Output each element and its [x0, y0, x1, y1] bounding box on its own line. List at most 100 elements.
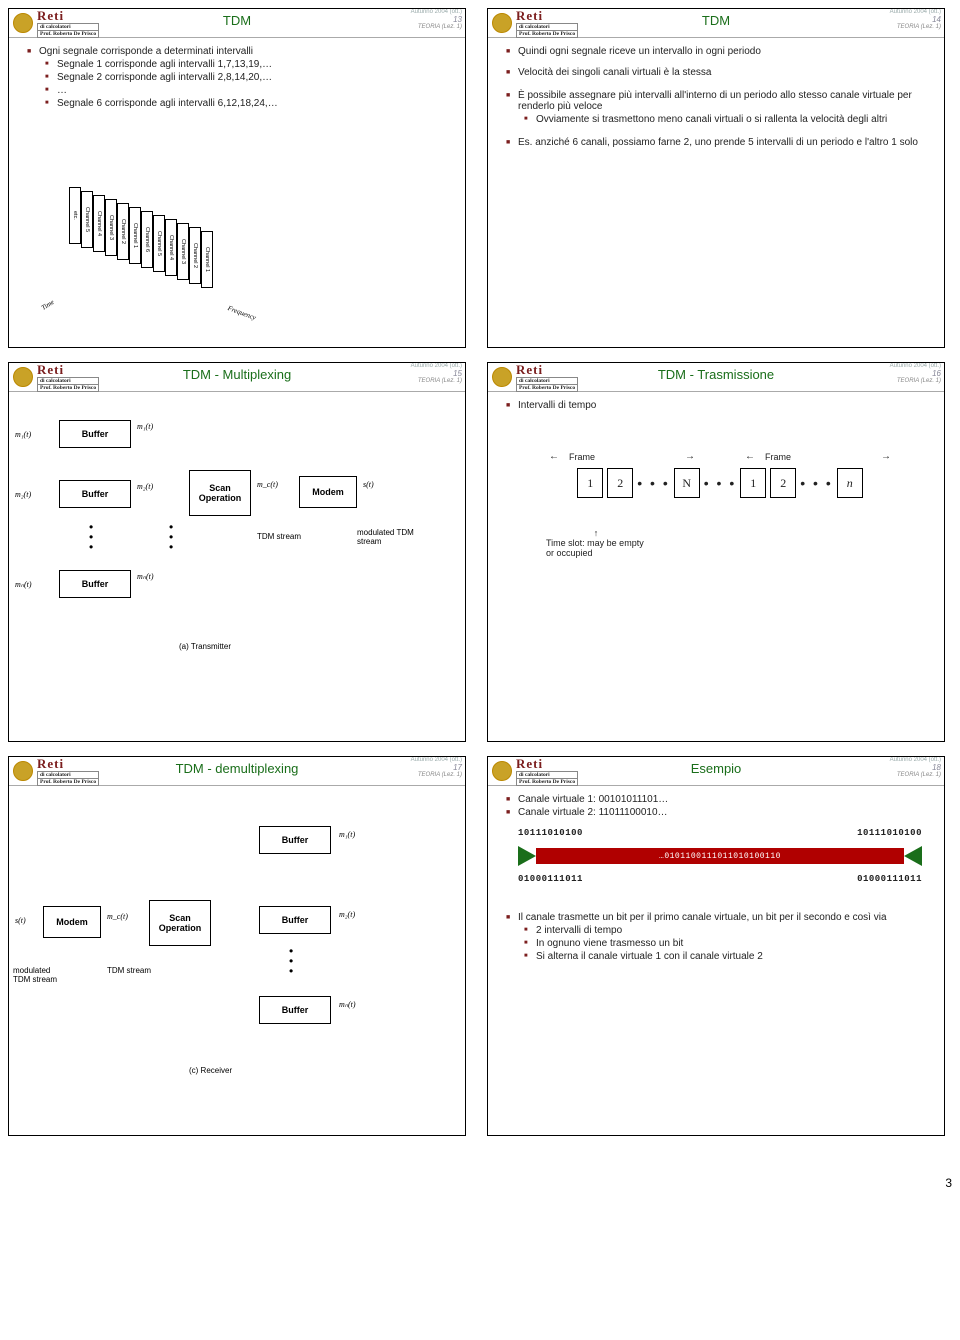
signal-mc: m_c(t) [257, 480, 278, 489]
slide-title: TDM - demultiplexing [176, 761, 299, 776]
brand-sub2: Prof. Roberto De Prisco [516, 778, 578, 786]
box-label: Buffer [82, 489, 109, 499]
wire-diagram: 10111010100 10111010100 …010110011101101… [518, 828, 922, 882]
tdm-stream-label: TDM stream [257, 532, 301, 541]
slide-title: TDM - Multiplexing [183, 367, 291, 382]
signal-mn: mₙ(t) [137, 572, 154, 581]
rx-diagram: s(t) Modem m_c(t) Scan Operation Buffer … [9, 786, 465, 1126]
bullet: È possibile assegnare più intervalli all… [506, 90, 934, 125]
slide-footer: TEORIA (Lez. 1) [411, 378, 462, 385]
bullet-text: … [57, 85, 67, 96]
slide-number: 14 [890, 16, 941, 25]
bullet-text: Velocità dei singoli canali virtuali è l… [518, 67, 711, 78]
slide-title: TDM [223, 13, 251, 28]
sub-bullet: … [45, 85, 455, 96]
bullet-text: Segnale 2 corrisponde agli intervalli 2,… [57, 72, 272, 83]
modulated-stream-label: modulated TDM stream [357, 528, 417, 546]
sub-bullet: Segnale 2 corrisponde agli intervalli 2,… [45, 72, 455, 83]
bullet-text: Intervalli di tempo [518, 400, 596, 411]
signal-mc: m_c(t) [107, 912, 128, 921]
slide-16: Reti di calcolatori Prof. Roberto De Pri… [487, 362, 945, 742]
frame-row: 1 2 • • • N • • • 1 2 • • • n [516, 468, 924, 498]
sub-bullet: Si alterna il canale virtuale 1 con il c… [524, 951, 934, 962]
channel-slot: Channel 2 [189, 227, 201, 284]
slide-meta: Autunno 2004 (ott.) 18 TEORIA (Lez. 1) [890, 757, 941, 779]
buffer-box: Buffer [259, 996, 331, 1024]
buffer-box: Buffer [59, 420, 131, 448]
frame-cell: 1 [577, 468, 603, 498]
brand-sub2: Prof. Roberto De Prisco [516, 384, 578, 392]
slide-footer: TEORIA (Lez. 1) [890, 772, 941, 779]
tdm-stream-label: TDM stream [107, 966, 151, 975]
brand-name: Reti [37, 756, 64, 771]
logo-icon [492, 761, 512, 781]
note-text: Time slot: may be empty or occupied [546, 538, 644, 558]
channel-slot: Channel 4 [165, 219, 177, 276]
bullet-text: 2 intervalli di tempo [536, 925, 622, 936]
brand-sub2: Prof. Roberto De Prisco [516, 30, 578, 38]
bits-bl: 01000111011 [518, 874, 583, 884]
brand-sub2: Prof. Roberto De Prisco [37, 778, 99, 786]
brand: Reti di calcolatori Prof. Roberto De Pri… [516, 362, 578, 392]
brand-name: Reti [37, 362, 64, 377]
frame-cell: 2 [607, 468, 633, 498]
slide-14: Reti di calcolatori Prof. Roberto De Pri… [487, 8, 945, 348]
slide-body: Quindi ogni segnale riceve un intervallo… [488, 38, 944, 156]
slide-number: 15 [411, 370, 462, 379]
slide-meta: Autunno 2004 (ott.) 15 TEORIA (Lez. 1) [411, 363, 462, 385]
slide-meta: Autunno 2004 (ott.) 13 TEORIA (Lez. 1) [411, 9, 462, 31]
slide-header: Reti di calcolatori Prof. Roberto De Pri… [9, 363, 465, 392]
dots: • • • [704, 475, 736, 491]
buffer-box: Buffer [59, 570, 131, 598]
slide-title: Esempio [691, 761, 742, 776]
brand-sub2: Prof. Roberto De Prisco [37, 30, 99, 38]
bullet-text: Segnale 1 corrisponde agli intervalli 1,… [57, 59, 272, 70]
modem-box: Modem [43, 906, 101, 938]
slide-15: Reti di calcolatori Prof. Roberto De Pri… [8, 362, 466, 742]
wire: …0101100111011010100110 [536, 848, 904, 864]
slide-number: 13 [411, 16, 462, 25]
dots: • • • [637, 475, 669, 491]
signal-s: s(t) [363, 480, 374, 489]
modulated-stream-label: modulated TDM stream [13, 966, 65, 984]
slide-footer: TEORIA (Lez. 1) [411, 772, 462, 779]
tdm-cube-diagram: etc. Channel 5 Channel 4 Channel 3 Chann… [49, 177, 249, 317]
channel-slot: Channel 1 [129, 207, 141, 264]
brand: Reti di calcolatori Prof. Roberto De Pri… [37, 756, 99, 786]
modem-box: Modem [299, 476, 357, 508]
vdots: ••• [89, 522, 94, 552]
bullet: Canale virtuale 2: 11011100010… [506, 807, 934, 818]
slide-number: 17 [411, 764, 462, 773]
slide-meta: Autunno 2004 (ott.) 17 TEORIA (Lez. 1) [411, 757, 462, 779]
bits-tl: 10111010100 [518, 828, 583, 838]
wire-bits: …0101100111011010100110 [659, 852, 781, 861]
sub-bullet: Ovviamente si trasmettono meno canali vi… [524, 114, 934, 125]
brand: Reti di calcolatori Prof. Roberto De Pri… [516, 756, 578, 786]
frame-cell: N [674, 468, 700, 498]
channel-slot: Channel 1 [201, 231, 213, 288]
bullet-text: Segnale 6 corrisponde agli intervalli 6,… [57, 98, 278, 109]
slide-footer: TEORIA (Lez. 1) [890, 378, 941, 385]
slide-number: 18 [890, 764, 941, 773]
signal-mn: mₙ(t) [15, 580, 32, 589]
slide-title: TDM - Trasmissione [658, 367, 774, 382]
slide-header: Reti di calcolatori Prof. Roberto De Pri… [9, 9, 465, 38]
channel-slot: Channel 5 [153, 215, 165, 272]
triangle-left-icon [518, 846, 536, 866]
bullet-text: In ognuno viene trasmesso un bit [536, 938, 683, 949]
slides-grid: Reti di calcolatori Prof. Roberto De Pri… [8, 8, 952, 1136]
signal-m2: m₂(t) [339, 910, 355, 919]
slide-meta: Autunno 2004 (ott.) 16 TEORIA (Lez. 1) [890, 363, 941, 385]
buffer-box: Buffer [59, 480, 131, 508]
box-label: Buffer [282, 1005, 309, 1015]
brand-name: Reti [516, 362, 543, 377]
timeslot-note: ↑ Time slot: may be empty or occupied [546, 528, 646, 558]
bullet-text: Si alterna il canale virtuale 1 con il c… [536, 951, 763, 962]
slide-meta: Autunno 2004 (ott.) 14 TEORIA (Lez. 1) [890, 9, 941, 31]
signal-m1: m₁(t) [15, 430, 31, 439]
signal-mn: mₙ(t) [339, 1000, 356, 1009]
box-label: Buffer [282, 835, 309, 845]
bullet-text: È possibile assegnare più intervalli all… [518, 90, 912, 112]
signal-m2: m₂(t) [15, 490, 31, 499]
caption: (a) Transmitter [179, 642, 231, 651]
